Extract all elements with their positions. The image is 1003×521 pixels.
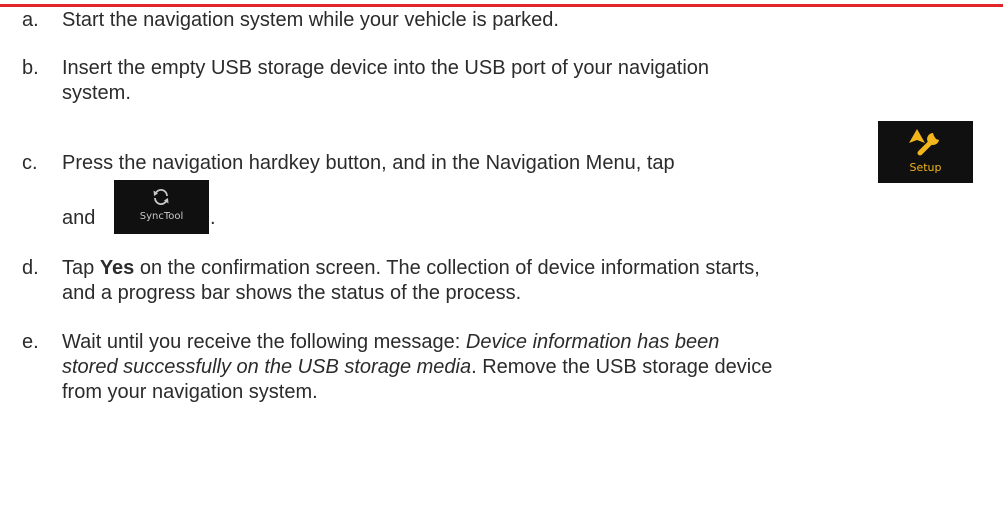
and-text: and [62, 207, 96, 229]
step-body: Wait until you receive the following mes… [62, 330, 772, 405]
step-line: Tap Yes on the confirmation screen. The … [62, 256, 760, 281]
step-letter: d. [22, 257, 39, 279]
top-red-rule [0, 4, 1003, 7]
setup-button[interactable]: Setup [878, 121, 973, 183]
setup-wrench-icon [909, 129, 939, 156]
step-body: Insert the empty USB storage device into… [62, 56, 709, 106]
synctool-label: SyncTool [139, 211, 184, 222]
step-letter: e. [22, 331, 39, 353]
step-text: from your navigation system. [62, 381, 318, 403]
step-text: Start the navigation system while your v… [62, 9, 559, 31]
step-line: stored successfully on the USB storage m… [62, 355, 772, 380]
message-text: Device information has been [465, 331, 720, 353]
step-text: Wait until you receive the following mes… [62, 331, 466, 353]
step-text: on the confirmation screen. The collecti… [134, 257, 760, 279]
yes-term: Yes [99, 257, 135, 279]
step-letter: c. [22, 152, 38, 174]
sync-icon [153, 189, 169, 205]
step-body: Tap Yes on the confirmation screen. The … [62, 256, 760, 306]
step-text: and a progress bar shows the status of t… [62, 282, 522, 304]
step-text: system. [62, 82, 131, 104]
step-text: Insert the empty USB storage device into… [62, 57, 710, 79]
step-text: Tap [62, 257, 100, 279]
step-line: Wait until you receive the following mes… [62, 330, 772, 355]
message-text: stored successfully on the USB storage m… [62, 356, 472, 378]
step-c-continued: and [62, 206, 95, 231]
step-text: Press the navigation hardkey button, and… [62, 152, 675, 174]
step-text: . Remove the USB storage device [471, 356, 773, 378]
synctool-button[interactable]: SyncTool [114, 180, 209, 234]
period: . [210, 207, 216, 229]
step-letter: a. [22, 9, 39, 31]
setup-label: Setup [909, 161, 942, 174]
step-letter: b. [22, 57, 39, 79]
